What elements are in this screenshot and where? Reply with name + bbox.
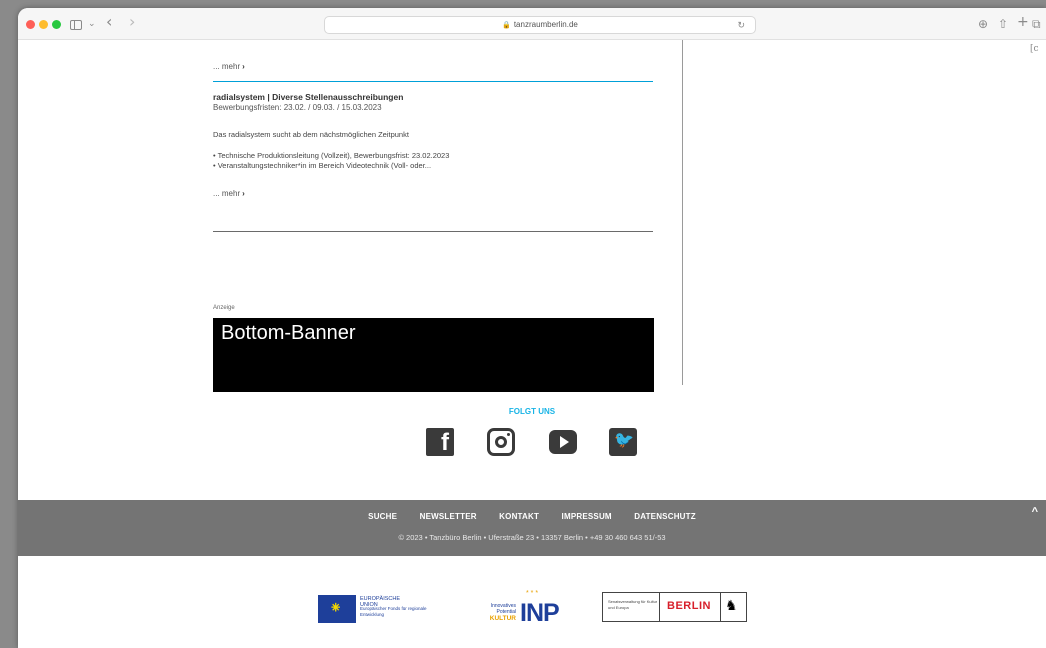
web-page: [c ... mehr › radialsystem | Diverse Stel… bbox=[18, 40, 1046, 648]
footer-nav: SUCHE NEWSLETTER KONTAKT IMPRESSUM DATEN… bbox=[18, 512, 1046, 521]
footer-address: © 2023 • Tanzbüro Berlin • Uferstraße 23… bbox=[398, 533, 666, 542]
corner-fragment: [c bbox=[1030, 44, 1039, 54]
footer-link-newsletter[interactable]: NEWSLETTER bbox=[420, 512, 477, 521]
address-bar[interactable]: 🔒 tanzraumberlin.de ↻ bbox=[324, 16, 756, 34]
youtube-icon[interactable] bbox=[549, 430, 577, 454]
tab-overview-icon[interactable]: ⧉ bbox=[1032, 15, 1041, 33]
logo-divider bbox=[659, 593, 660, 621]
download-icon[interactable]: ⊕ bbox=[978, 15, 988, 33]
mehr-link-label: ... mehr bbox=[213, 62, 241, 71]
footer-link-suche[interactable]: SUCHE bbox=[368, 512, 397, 521]
mehr-link-article[interactable]: ... mehr › bbox=[213, 189, 245, 198]
new-tab-icon[interactable]: + bbox=[1017, 13, 1029, 31]
facebook-icon[interactable]: f bbox=[426, 428, 454, 456]
scroll-to-top-icon[interactable]: ^ bbox=[1032, 506, 1038, 518]
close-window-button[interactable] bbox=[26, 20, 35, 29]
footer-link-kontakt[interactable]: KONTAKT bbox=[499, 512, 539, 521]
article-list: Technische Produktionsleitung (Vollzeit)… bbox=[213, 151, 450, 171]
list-item: Veranstaltungstechniker*in im Bereich Vi… bbox=[213, 161, 449, 171]
minimize-window-button[interactable] bbox=[39, 20, 48, 29]
twitter-icon[interactable]: 🐦 bbox=[609, 428, 637, 456]
eu-logo-subtitle: Europäischer Fonds für regionale Entwick… bbox=[360, 606, 427, 617]
browser-window: ⌄ ‹ › 🔒 tanzraumberlin.de ↻ ⊕ ⇧ + ⧉ [c ..… bbox=[18, 8, 1046, 648]
article-title[interactable]: radialsystem | Diverse Stellenausschreib… bbox=[213, 92, 403, 102]
twitter-glyph: 🐦 bbox=[614, 432, 634, 449]
berlin-bear-icon: ♞ bbox=[725, 597, 738, 613]
inp-kultur-text: KULTUR bbox=[489, 615, 516, 622]
site-footer: SUCHE NEWSLETTER KONTAKT IMPRESSUM DATEN… bbox=[18, 500, 1046, 556]
article-deadlines: Bewerbungsfristen: 23.02. / 09.03. / 15.… bbox=[213, 103, 382, 112]
sidebar-chevron-icon[interactable]: ⌄ bbox=[88, 15, 96, 33]
senat-text: Senatsverwaltung für Kultur und Europa bbox=[608, 599, 658, 610]
berlin-wordmark: BERLIN bbox=[667, 600, 711, 612]
mehr-link-previous[interactable]: ... mehr › bbox=[213, 62, 245, 71]
share-icon[interactable]: ⇧ bbox=[998, 15, 1008, 33]
forward-button[interactable]: › bbox=[129, 13, 135, 31]
reload-icon[interactable]: ↻ bbox=[737, 17, 745, 33]
mehr-arrow-icon: › bbox=[242, 62, 245, 71]
browser-toolbar: ⌄ ‹ › 🔒 tanzraumberlin.de ↻ ⊕ ⇧ + ⧉ bbox=[18, 8, 1046, 40]
inp-small-text: Innovatives Potential bbox=[490, 603, 516, 615]
logo-divider bbox=[720, 593, 721, 621]
sidebar-toggle-icon[interactable] bbox=[70, 20, 82, 30]
divider-blue bbox=[213, 81, 653, 82]
inp-stars: * * * bbox=[526, 590, 539, 597]
inp-wordmark: INP bbox=[520, 599, 560, 627]
inp-logo: * * * Innovatives Potential KULTUR INP bbox=[478, 590, 568, 626]
divider-gray bbox=[213, 231, 653, 232]
facebook-glyph: f bbox=[441, 429, 449, 456]
mehr-link-label: ... mehr bbox=[213, 189, 241, 198]
instagram-icon[interactable] bbox=[487, 428, 515, 456]
back-button[interactable]: ‹ bbox=[106, 13, 112, 31]
eu-logo: EUROPÄISCHE UNION Europäischer Fonds für… bbox=[318, 595, 427, 625]
ad-label: Anzeige bbox=[213, 305, 235, 311]
follow-us-heading: FOLGT UNS bbox=[508, 407, 556, 416]
column-divider bbox=[682, 40, 683, 385]
list-item: Technische Produktionsleitung (Vollzeit)… bbox=[213, 151, 450, 161]
footer-link-impressum[interactable]: IMPRESSUM bbox=[562, 512, 612, 521]
eu-flag-icon bbox=[318, 595, 356, 623]
article-intro: Das radialsystem sucht ab dem nächstmögl… bbox=[213, 130, 409, 139]
mehr-arrow-icon: › bbox=[242, 189, 245, 198]
lock-icon: 🔒 bbox=[502, 22, 511, 29]
zoom-window-button[interactable] bbox=[52, 20, 61, 29]
url-text: tanzraumberlin.de bbox=[513, 20, 578, 29]
berlin-logo: Senatsverwaltung für Kultur und Europa B… bbox=[602, 592, 747, 622]
footer-link-datenschutz[interactable]: DATENSCHUTZ bbox=[634, 512, 696, 521]
bottom-banner-ad[interactable]: Bottom-Banner bbox=[213, 318, 654, 392]
